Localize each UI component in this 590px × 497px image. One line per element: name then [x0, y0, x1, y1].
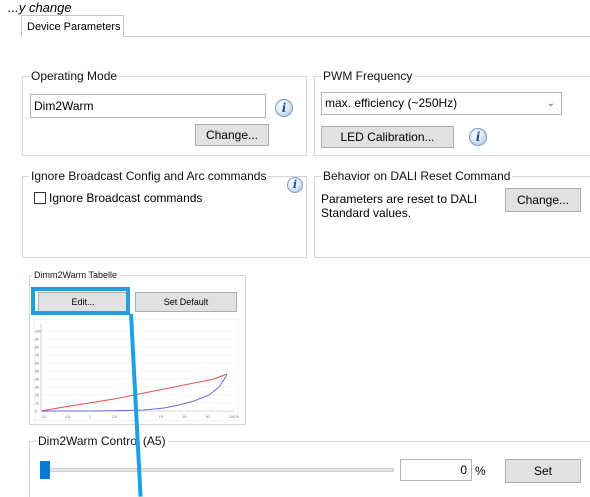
- chart-y-tick-label: 70: [35, 354, 39, 358]
- control-value: 0: [460, 463, 467, 477]
- dimm2warm-set-default-button[interactable]: Set Default: [135, 292, 237, 312]
- dali-reset-description-line2: Standard values.: [321, 206, 412, 220]
- chart-y-tick-label: 30: [35, 386, 39, 390]
- chart-x-tick-label: 1: [89, 415, 91, 419]
- ignore-broadcast-group: Ignore Broadcast Config and Arc commands: [22, 169, 307, 258]
- chart-x-tick-label: 25: [182, 415, 186, 419]
- chevron-down-icon: ⌄: [546, 98, 555, 109]
- dim2warm-control-legend: Dim2Warm Control (A5): [36, 434, 168, 448]
- chart-y-tick-label: 50: [35, 370, 39, 374]
- edit-button-highlight: [31, 287, 130, 315]
- pwm-frequency-info-icon[interactable]: i: [469, 128, 487, 146]
- chart-y-tick-label: 0: [35, 410, 37, 414]
- slider-thumb[interactable]: [40, 461, 50, 479]
- ignore-broadcast-checkbox-label: Ignore Broadcast commands: [49, 191, 203, 205]
- chart-x-tick-label: 0.1: [42, 415, 47, 419]
- operating-mode-field: Dim2Warm: [30, 94, 266, 118]
- chart-y-tick-label: 40: [35, 378, 39, 382]
- pwm-frequency-selected: max. efficiency (~250Hz): [325, 96, 458, 110]
- operating-mode-info-icon[interactable]: i: [275, 99, 293, 117]
- tab-device-parameters[interactable]: Device Parameters: [21, 15, 124, 37]
- dali-reset-change-button[interactable]: Change...: [505, 188, 581, 212]
- chart-y-tick-label: 10: [35, 402, 39, 406]
- chart-x-tick-label: 10: [159, 415, 163, 419]
- slider-track[interactable]: [40, 468, 394, 472]
- chart-x-tick-label: 50: [206, 415, 210, 419]
- chart-y-tick-label: 20: [35, 394, 39, 398]
- chart-y-tick-label: 90: [35, 338, 39, 342]
- operating-mode-change-button[interactable]: Change...: [195, 124, 269, 146]
- chart-y-tick-label: 100: [35, 330, 41, 334]
- control-value-input[interactable]: 0: [400, 459, 472, 481]
- dimm2warm-table-legend: Dimm2Warm Tabelle: [32, 270, 120, 281]
- ignore-broadcast-info-icon[interactable]: i: [287, 177, 303, 193]
- chart-y-tick-label: 80: [35, 346, 39, 350]
- ignore-broadcast-legend: Ignore Broadcast Config and Arc commands: [29, 169, 269, 183]
- pwm-frequency-legend: PWM Frequency: [321, 69, 415, 83]
- control-unit-label: %: [475, 464, 486, 478]
- led-calibration-button[interactable]: LED Calibration...: [321, 126, 454, 148]
- chart-x-tick-label: 0.5: [65, 415, 70, 419]
- caption-text: ...y change: [8, 0, 72, 15]
- chart-y-tick-label: 60: [35, 362, 39, 366]
- tab-divider: [124, 36, 590, 37]
- operating-mode-legend: Operating Mode: [29, 69, 120, 83]
- pwm-frequency-select[interactable]: max. efficiency (~250Hz) ⌄: [321, 92, 562, 115]
- chart-x-tick-label: 100 %: [229, 415, 239, 419]
- chart-x-tick-label: 2.5: [112, 415, 117, 419]
- control-set-button[interactable]: Set: [505, 459, 581, 483]
- dali-reset-legend: Behavior on DALI Reset Command: [321, 169, 513, 183]
- operating-mode-value: Dim2Warm: [34, 99, 94, 113]
- dali-reset-description-line1: Parameters are reset to DALI: [321, 192, 478, 206]
- ignore-broadcast-checkbox[interactable]: [34, 192, 46, 204]
